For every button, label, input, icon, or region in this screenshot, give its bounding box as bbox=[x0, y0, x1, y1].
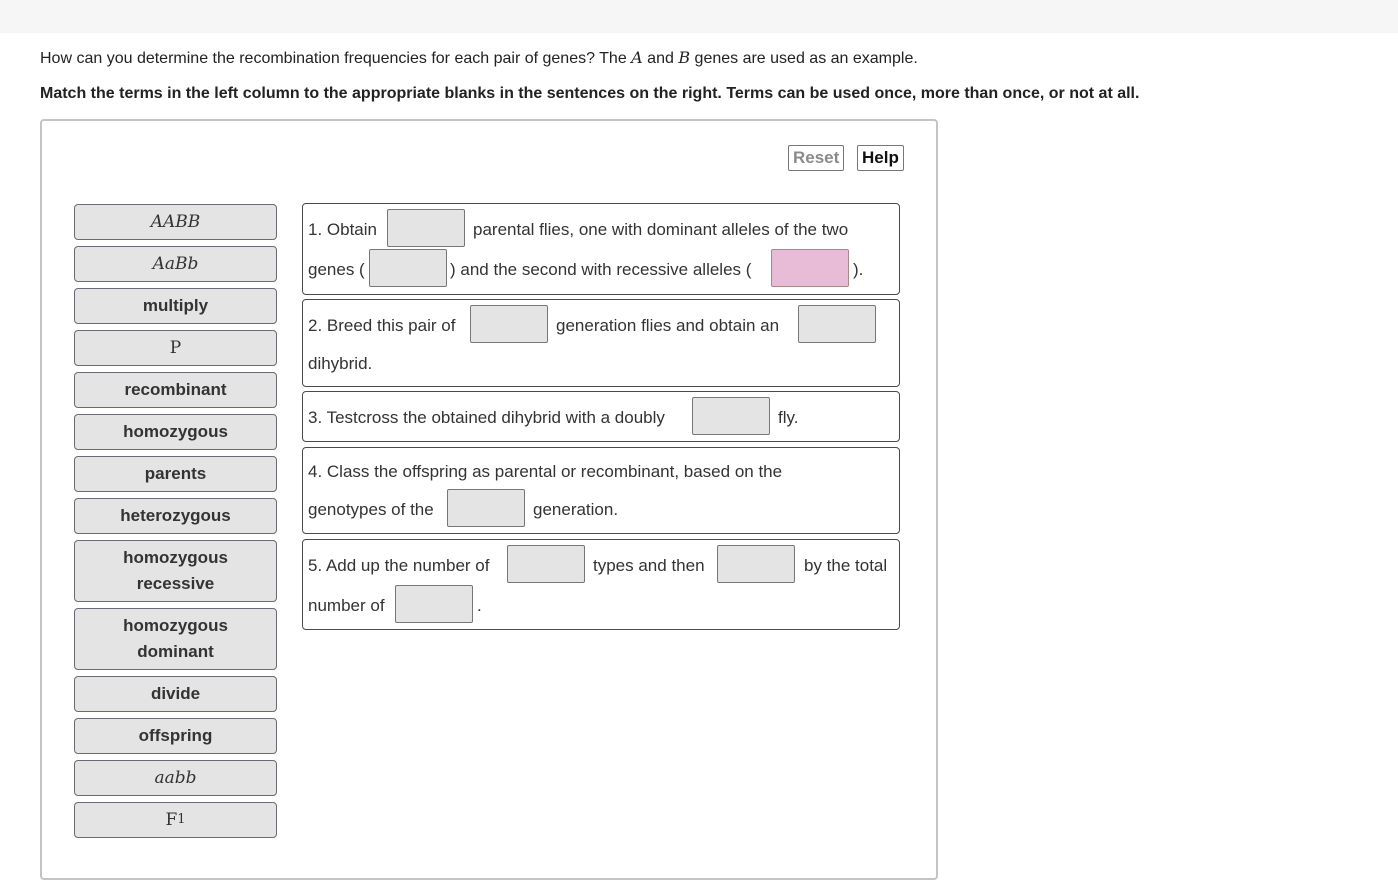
sentence-text: 5. Add up the number of bbox=[308, 556, 490, 575]
sentence-text: generation flies and obtain an bbox=[556, 316, 780, 335]
term-f1-subscript: 1 bbox=[177, 812, 186, 827]
term-line: recessive bbox=[136, 574, 215, 593]
blank-5c[interactable] bbox=[395, 585, 473, 623]
sentence-text: dihybrid. bbox=[308, 354, 373, 373]
sentence-3: 3. Testcross the obtained dihybrid with … bbox=[302, 391, 900, 442]
term-divide[interactable]: divide bbox=[74, 676, 277, 712]
sentence-text: 1. Obtain bbox=[308, 220, 377, 239]
sentence-4: 4. Class the offspring as parental or re… bbox=[302, 447, 900, 534]
sentence-text: generation. bbox=[533, 500, 619, 519]
sentence-text: fly. bbox=[778, 408, 799, 427]
sentence-text: ) and the second with recessive alleles … bbox=[450, 260, 752, 279]
sentence-text: genotypes of the bbox=[308, 500, 434, 519]
term-recombinant[interactable]: recombinant bbox=[74, 372, 277, 408]
sentence-5: 5. Add up the number of types and then b… bbox=[302, 539, 900, 630]
term-parents[interactable]: parents bbox=[74, 456, 277, 492]
term-homozygous[interactable]: homozygous bbox=[74, 414, 277, 450]
sentence-text: by the total bbox=[804, 556, 888, 575]
term-p[interactable]: P bbox=[74, 330, 277, 366]
help-button[interactable]: Help bbox=[857, 145, 904, 171]
term-aabb-dominant[interactable]: AABB bbox=[74, 204, 277, 240]
blank-5b[interactable] bbox=[717, 545, 795, 583]
reset-button[interactable]: Reset bbox=[788, 145, 845, 171]
term-aabb-heterozygous[interactable]: AaBb bbox=[74, 246, 277, 282]
blank-1a[interactable] bbox=[387, 209, 465, 247]
instruction-text: Match the terms in the left column to th… bbox=[40, 85, 1140, 102]
sentence-text: types and then bbox=[593, 556, 705, 575]
term-line: dominant bbox=[137, 642, 214, 661]
blank-1c[interactable] bbox=[771, 249, 849, 287]
term-multiply[interactable]: multiply bbox=[74, 288, 277, 324]
blank-3a[interactable] bbox=[692, 397, 770, 435]
sentence-text: number of bbox=[308, 596, 385, 615]
term-f1[interactable]: F1 bbox=[74, 802, 277, 838]
sentence-text: 2. Breed this pair of bbox=[308, 316, 456, 335]
question-part2: and bbox=[642, 50, 679, 67]
term-offspring[interactable]: offspring bbox=[74, 718, 277, 754]
sentence-text: 3. Testcross the obtained dihybrid with … bbox=[308, 408, 665, 427]
question-text: How can you determine the recombination … bbox=[40, 48, 918, 68]
term-homozygous-recessive[interactable]: homozygous recessive bbox=[74, 540, 277, 602]
sentence-1: 1. Obtain parental flies, one with domin… bbox=[302, 203, 900, 295]
term-homozygous-dominant[interactable]: homozygous dominant bbox=[74, 608, 277, 670]
term-line: homozygous bbox=[123, 548, 228, 567]
blank-2a[interactable] bbox=[470, 305, 548, 343]
blank-5a[interactable] bbox=[507, 545, 585, 583]
question-part3: genes are used as an example. bbox=[690, 50, 918, 67]
blank-2b[interactable] bbox=[798, 305, 876, 343]
term-heterozygous[interactable]: heterozygous bbox=[74, 498, 277, 534]
term-aabb-recessive[interactable]: aabb bbox=[74, 760, 277, 796]
blank-1b[interactable] bbox=[369, 249, 447, 287]
question-part1: How can you determine the recombination … bbox=[40, 50, 632, 67]
top-bar bbox=[0, 0, 1398, 33]
sentence-2: 2. Breed this pair of generation flies a… bbox=[302, 299, 900, 387]
sentence-text: ). bbox=[853, 260, 864, 279]
sentence-text: genes ( bbox=[308, 260, 365, 279]
term-line: homozygous bbox=[123, 616, 228, 635]
term-f1-base: F bbox=[165, 810, 178, 830]
gene-b-symbol: B bbox=[678, 48, 691, 67]
sentence-text: parental flies, one with dominant allele… bbox=[473, 220, 849, 239]
sentence-text: 4. Class the offspring as parental or re… bbox=[308, 462, 783, 481]
gene-a-symbol: A bbox=[631, 48, 643, 67]
sentence-text: . bbox=[477, 596, 482, 615]
blank-4a[interactable] bbox=[447, 489, 525, 527]
